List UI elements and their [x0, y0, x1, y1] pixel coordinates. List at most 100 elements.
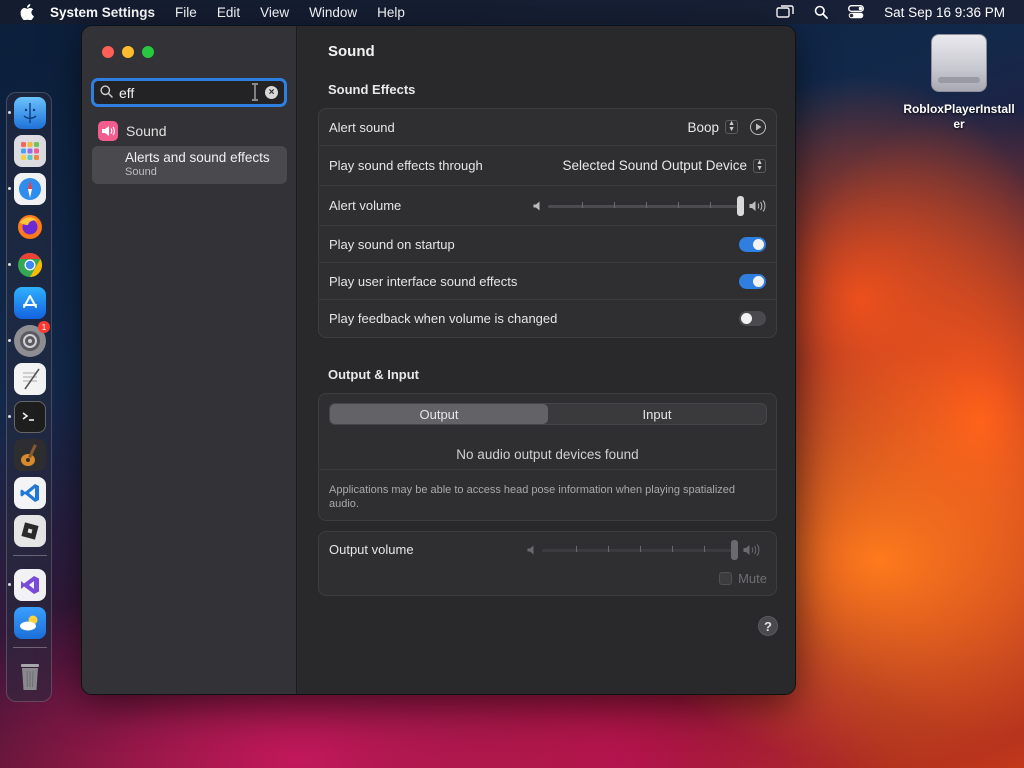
startup-sound-row: Play sound on startup	[319, 226, 776, 263]
menu-view[interactable]: View	[260, 5, 289, 20]
spotlight-search-icon[interactable]	[814, 5, 829, 19]
control-center-icon[interactable]	[848, 5, 865, 19]
volume-feedback-toggle[interactable]	[739, 311, 766, 326]
output-through-label: Play sound effects through	[329, 158, 483, 173]
output-volume-slider[interactable]	[542, 540, 738, 560]
ui-sound-effects-row: Play user interface sound effects	[319, 263, 776, 300]
section-title-output-input: Output & Input	[328, 367, 419, 382]
popup-chevron-icon: ▲ ▼	[753, 158, 766, 173]
disk-image-icon[interactable]	[931, 34, 987, 92]
terminal-icon[interactable]	[14, 401, 46, 433]
running-indicator	[8, 583, 11, 586]
weather-icon[interactable]	[14, 607, 46, 639]
system-settings-window: × Sound Alerts and sound effects Sound S…	[81, 25, 796, 695]
running-indicator	[8, 111, 11, 114]
apple-menu-icon[interactable]	[18, 3, 36, 21]
desktop-icon-label: RobloxPlayerInstaller	[903, 102, 1015, 131]
search-field[interactable]: ×	[91, 78, 287, 107]
alert-sound-popup[interactable]: Boop ▲ ▼	[688, 120, 738, 135]
firefox-icon[interactable]	[14, 211, 46, 243]
mute-label: Mute	[738, 571, 767, 586]
dock-separator	[13, 555, 47, 556]
menu-file[interactable]: File	[175, 5, 197, 20]
output-device-popup[interactable]: Selected Sound Output Device ▲ ▼	[562, 158, 766, 173]
launchpad-icon[interactable]	[14, 135, 46, 167]
menu-edit[interactable]: Edit	[217, 5, 240, 20]
startup-sound-toggle[interactable]	[739, 236, 766, 252]
running-indicator	[8, 187, 11, 190]
startup-sound-label: Play sound on startup	[329, 236, 455, 252]
volume-low-icon	[527, 545, 534, 555]
alert-sound-label: Alert sound	[329, 119, 395, 135]
section-title-sound-effects: Sound Effects	[328, 82, 416, 97]
volume-feedback-label: Play feedback when volume is changed	[329, 311, 558, 326]
output-device-row: Play sound effects through Selected Soun…	[319, 146, 776, 186]
text-cursor-icon	[252, 83, 258, 101]
tab-output[interactable]: Output	[330, 404, 548, 424]
alert-volume-row: Alert volume	[319, 186, 776, 226]
volume-low-icon	[533, 201, 540, 210]
desktop-disk-image[interactable]: RobloxPlayerInstaller	[900, 34, 1018, 132]
alert-sound-value: Boop	[687, 119, 720, 135]
output-device-value: Selected Sound Output Device	[562, 158, 748, 173]
volume-high-icon	[743, 544, 760, 556]
sidebar-item-sound[interactable]: Sound	[98, 121, 166, 141]
zoom-window-button[interactable]	[142, 46, 154, 58]
alert-volume-knob[interactable]	[737, 195, 744, 216]
menu-bar: System Settings File Edit View Window He…	[0, 0, 1024, 24]
play-alert-sound-button[interactable]	[750, 119, 766, 135]
safari-icon[interactable]	[14, 173, 46, 205]
ui-sound-effects-toggle[interactable]	[739, 273, 766, 289]
alert-volume-slider[interactable]	[548, 195, 744, 216]
running-indicator	[8, 415, 11, 418]
volume-high-icon	[749, 199, 766, 212]
app-name-menu[interactable]: System Settings	[50, 5, 155, 20]
search-input[interactable]	[119, 84, 259, 101]
sound-effects-group: Alert sound Boop ▲ ▼ Play sound effects t…	[318, 108, 777, 338]
trash-icon[interactable]	[14, 661, 46, 693]
spatial-audio-note: Applications may be able to access head …	[329, 484, 736, 510]
sidebar-item-label: Sound	[126, 123, 167, 139]
dock-separator	[13, 647, 47, 648]
output-volume-control	[527, 540, 760, 560]
chrome-icon[interactable]	[14, 249, 46, 281]
minimize-window-button[interactable]	[122, 46, 134, 58]
mute-checkbox-row[interactable]: Mute	[719, 571, 767, 586]
roblox-icon[interactable]	[14, 515, 46, 547]
alert-sound-row: Alert sound Boop ▲ ▼	[319, 109, 776, 146]
visual-studio-icon[interactable]	[14, 569, 46, 601]
close-window-button[interactable]	[102, 46, 114, 58]
search-result-subtitle: Sound	[125, 166, 157, 178]
output-volume-group: Output volume Mute	[318, 531, 777, 596]
dock: 1	[6, 92, 52, 702]
menu-bar-clock[interactable]: Sat Sep 16 9:36 PM	[884, 5, 1005, 20]
output-volume-label: Output volume	[329, 542, 414, 557]
ui-sound-effects-label: Play user interface sound effects	[329, 273, 518, 289]
output-input-group: Output Input No audio output devices fou…	[318, 393, 777, 521]
mute-checkbox[interactable]	[719, 572, 733, 585]
vscode-icon[interactable]	[14, 477, 46, 509]
help-button[interactable]: ?	[758, 616, 778, 636]
search-result-alerts-and-sound-effects[interactable]: Alerts and sound effects Sound	[92, 146, 287, 184]
running-indicator	[8, 339, 11, 342]
menu-window[interactable]: Window	[309, 5, 357, 20]
finder-icon[interactable]	[14, 97, 46, 129]
garageband-icon[interactable]	[14, 439, 46, 471]
no-devices-message: No audio output devices found	[456, 447, 639, 462]
output-input-segmented-control: Output Input	[329, 403, 767, 425]
popup-chevron-icon: ▲ ▼	[725, 120, 738, 134]
play-icon	[755, 123, 761, 131]
app-store-icon[interactable]	[14, 287, 46, 319]
notification-badge: 1	[38, 321, 50, 333]
speaker-icon	[98, 121, 118, 141]
textedit-icon[interactable]	[14, 363, 46, 395]
volume-feedback-row: Play feedback when volume is changed	[319, 300, 776, 337]
menu-help[interactable]: Help	[377, 5, 405, 20]
settings-content: Sound Sound Effects Alert sound Boop ▲ ▼ …	[298, 26, 795, 694]
clear-search-icon[interactable]: ×	[265, 86, 278, 99]
output-volume-knob[interactable]	[731, 540, 738, 560]
page-title: Sound	[328, 43, 375, 60]
system-settings-icon[interactable]: 1	[14, 321, 50, 357]
tab-input[interactable]: Input	[548, 404, 766, 424]
screen-mirroring-icon[interactable]	[776, 5, 794, 19]
